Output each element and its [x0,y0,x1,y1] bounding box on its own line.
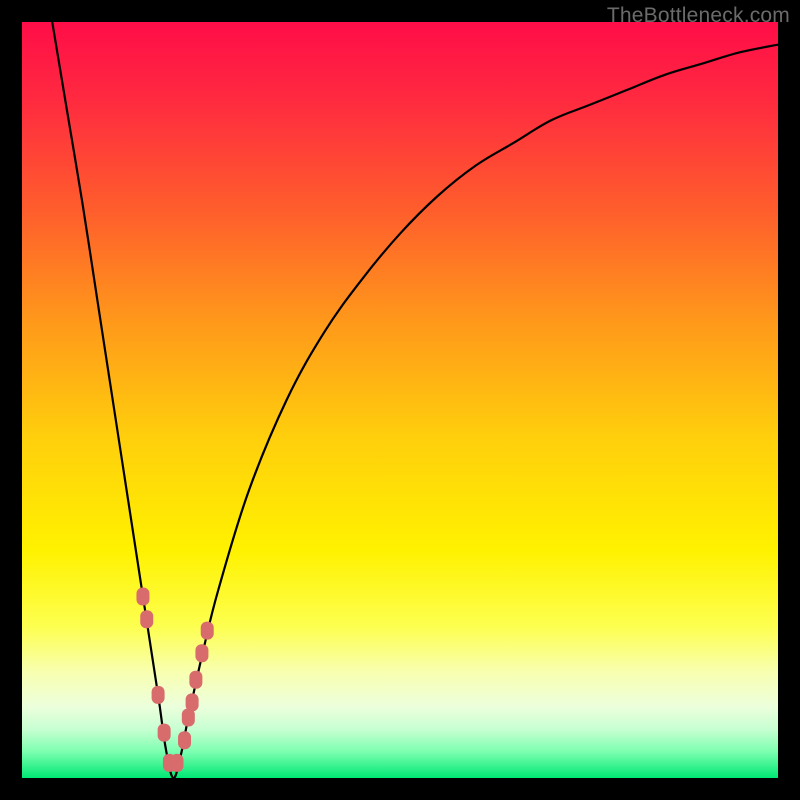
marker-point [201,622,214,640]
chart-frame: TheBottleneck.com [0,0,800,800]
watermark-text: TheBottleneck.com [607,4,790,28]
marker-point [152,686,165,704]
marker-point [186,693,199,711]
marker-point [158,724,171,742]
marker-point [195,644,208,662]
marker-point [136,588,149,606]
bottleneck-chart [22,22,778,778]
marker-point [140,610,153,628]
plot-area [22,22,778,778]
marker-point [178,731,191,749]
marker-point [189,671,202,689]
gradient-background [22,22,778,778]
marker-point [170,754,183,772]
